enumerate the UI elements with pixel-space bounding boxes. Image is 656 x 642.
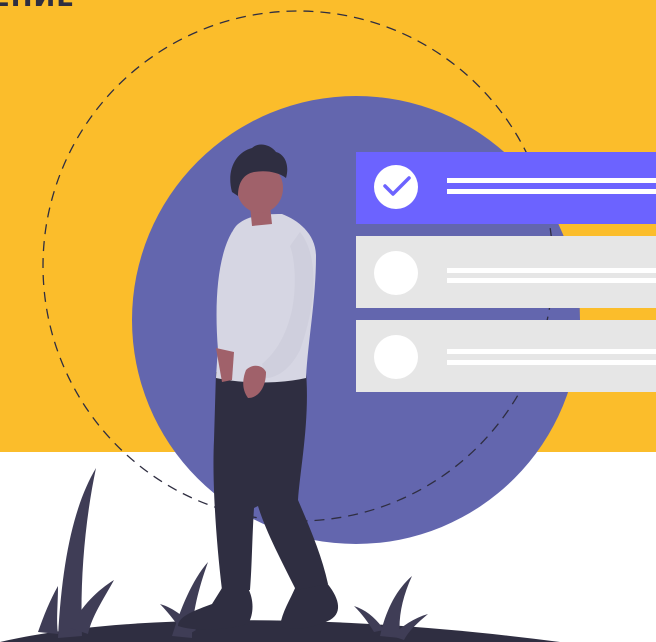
illustration-canvas [0,10,656,642]
checklist-item-2[interactable] [356,236,656,308]
text-placeholder-line [447,268,656,273]
illustration-scene: ЕНИЕ [0,0,656,642]
empty-circle-icon [374,251,418,295]
text-placeholder-line [447,349,656,354]
checklist-item-3[interactable] [356,320,656,392]
text-placeholder-line [447,360,656,365]
check-circle-icon [374,165,418,209]
text-placeholder-line [447,178,656,183]
right-shoe [280,582,339,629]
checklist-item-1[interactable] [356,152,656,224]
text-placeholder-line [447,189,656,194]
text-placeholder-line [447,278,656,283]
empty-circle-icon [374,335,418,379]
